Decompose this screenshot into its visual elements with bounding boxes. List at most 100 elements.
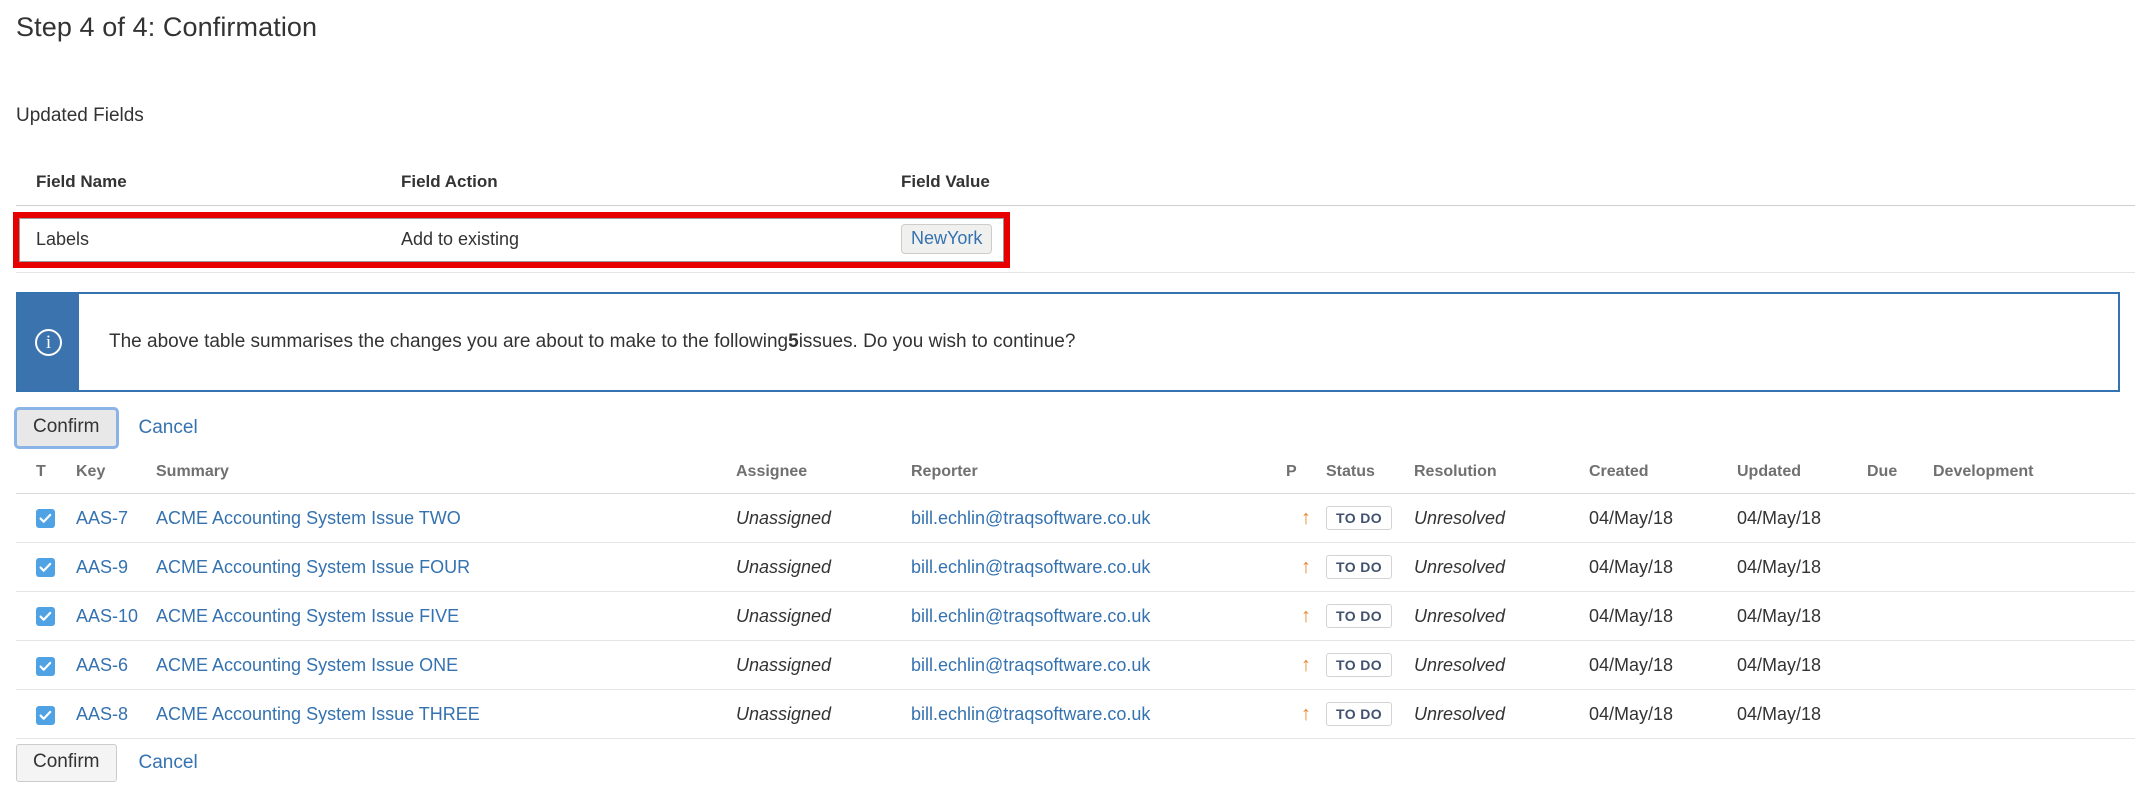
cell-status: TO DO bbox=[1326, 592, 1414, 641]
column-header-reporter[interactable]: Reporter bbox=[911, 463, 1286, 494]
issue-key-link[interactable]: AAS-6 bbox=[76, 655, 128, 675]
issue-key-link[interactable]: AAS-8 bbox=[76, 704, 128, 724]
cell-status: TO DO bbox=[1326, 641, 1414, 690]
cell-key: AAS-7 bbox=[76, 494, 156, 543]
info-banner: i The above table summarises the changes… bbox=[16, 292, 2120, 392]
info-issue-count: 5 bbox=[788, 331, 799, 353]
cell-created: 04/May/18 bbox=[1589, 690, 1737, 739]
issue-key-link[interactable]: AAS-9 bbox=[76, 557, 128, 577]
cell-field-name: Labels bbox=[16, 206, 381, 273]
updated-fields-body: Labels Add to existing NewYork bbox=[16, 206, 2135, 273]
priority-up-arrow-icon[interactable]: ↑ bbox=[1301, 655, 1311, 675]
cell-assignee: Unassigned bbox=[736, 543, 911, 592]
column-header-status[interactable]: Status bbox=[1326, 463, 1414, 494]
column-header-spacer bbox=[1301, 172, 2135, 206]
status-badge[interactable]: TO DO bbox=[1326, 555, 1392, 579]
status-badge[interactable]: TO DO bbox=[1326, 604, 1392, 628]
column-header-field-value: Field Value bbox=[881, 172, 1301, 206]
status-badge[interactable]: TO DO bbox=[1326, 653, 1392, 677]
cell-due bbox=[1867, 592, 1933, 641]
issue-summary-link[interactable]: ACME Accounting System Issue ONE bbox=[156, 655, 458, 675]
column-header-development[interactable]: Development bbox=[1933, 463, 2135, 494]
column-header-resolution[interactable]: Resolution bbox=[1414, 463, 1589, 494]
cell-updated: 04/May/18 bbox=[1737, 592, 1867, 641]
cell-updated: 04/May/18 bbox=[1737, 494, 1867, 543]
column-header-summary[interactable]: Summary bbox=[156, 463, 736, 494]
cancel-link-bottom[interactable]: Cancel bbox=[139, 752, 198, 774]
reporter-link[interactable]: bill.echlin@traqsoftware.co.uk bbox=[911, 557, 1150, 577]
cell-assignee: Unassigned bbox=[736, 641, 911, 690]
cancel-link-top[interactable]: Cancel bbox=[139, 417, 198, 439]
cell-due bbox=[1867, 494, 1933, 543]
column-header-due[interactable]: Due bbox=[1867, 463, 1933, 494]
cell-due bbox=[1867, 690, 1933, 739]
column-header-key[interactable]: Key bbox=[76, 463, 156, 494]
column-header-created[interactable]: Created bbox=[1589, 463, 1737, 494]
cell-resolution: Unresolved bbox=[1414, 592, 1589, 641]
confirm-button-top[interactable]: Confirm bbox=[16, 409, 117, 447]
cell-key: AAS-9 bbox=[76, 543, 156, 592]
cell-reporter: bill.echlin@traqsoftware.co.uk bbox=[911, 641, 1286, 690]
row-checkbox[interactable] bbox=[36, 706, 55, 725]
cell-summary: ACME Accounting System Issue FIVE bbox=[156, 592, 736, 641]
cell-development bbox=[1933, 641, 2135, 690]
issue-summary-link[interactable]: ACME Accounting System Issue TWO bbox=[156, 508, 461, 528]
label-chip-newyork[interactable]: NewYork bbox=[901, 224, 992, 254]
cell-due bbox=[1867, 543, 1933, 592]
updated-fields-table: Field Name Field Action Field Value Labe… bbox=[16, 172, 2135, 273]
info-banner-message: The above table summarises the changes y… bbox=[79, 294, 1075, 390]
section-title-updated-fields: Updated Fields bbox=[16, 105, 144, 127]
cell-due bbox=[1867, 641, 1933, 690]
issue-summary-link[interactable]: ACME Accounting System Issue FIVE bbox=[156, 606, 459, 626]
info-banner-icon-band: i bbox=[18, 294, 79, 390]
issue-key-link[interactable]: AAS-10 bbox=[76, 606, 138, 626]
cell-status: TO DO bbox=[1326, 690, 1414, 739]
cell-resolution: Unresolved bbox=[1414, 494, 1589, 543]
cell-reporter: bill.echlin@traqsoftware.co.uk bbox=[911, 543, 1286, 592]
cell-development bbox=[1933, 690, 2135, 739]
cell-status: TO DO bbox=[1326, 494, 1414, 543]
row-checkbox[interactable] bbox=[36, 657, 55, 676]
reporter-link[interactable]: bill.echlin@traqsoftware.co.uk bbox=[911, 508, 1150, 528]
cell-reporter: bill.echlin@traqsoftware.co.uk bbox=[911, 592, 1286, 641]
cell-priority: ↑ bbox=[1286, 690, 1326, 739]
row-checkbox[interactable] bbox=[36, 607, 55, 626]
table-row: AAS-9 ACME Accounting System Issue FOUR Un… bbox=[16, 543, 2135, 592]
column-header-type[interactable]: T bbox=[16, 463, 76, 494]
row-checkbox[interactable] bbox=[36, 558, 55, 577]
priority-up-arrow-icon[interactable]: ↑ bbox=[1301, 606, 1311, 626]
column-header-priority[interactable]: P bbox=[1286, 463, 1326, 494]
info-circle-icon: i bbox=[35, 329, 62, 356]
status-badge[interactable]: TO DO bbox=[1326, 702, 1392, 726]
cell-priority: ↑ bbox=[1286, 494, 1326, 543]
cell-status: TO DO bbox=[1326, 543, 1414, 592]
cell-priority: ↑ bbox=[1286, 641, 1326, 690]
issue-summary-link[interactable]: ACME Accounting System Issue FOUR bbox=[156, 557, 470, 577]
reporter-link[interactable]: bill.echlin@traqsoftware.co.uk bbox=[911, 655, 1150, 675]
cell-resolution: Unresolved bbox=[1414, 690, 1589, 739]
reporter-link[interactable]: bill.echlin@traqsoftware.co.uk bbox=[911, 704, 1150, 724]
cell-updated: 04/May/18 bbox=[1737, 543, 1867, 592]
column-header-assignee[interactable]: Assignee bbox=[736, 463, 911, 494]
issue-key-link[interactable]: AAS-7 bbox=[76, 508, 128, 528]
cell-summary: ACME Accounting System Issue FOUR bbox=[156, 543, 736, 592]
cell-field-value: NewYork bbox=[881, 206, 1301, 273]
cell-key: AAS-6 bbox=[76, 641, 156, 690]
row-checkbox[interactable] bbox=[36, 509, 55, 528]
confirm-button-bottom[interactable]: Confirm bbox=[16, 744, 117, 782]
cell-spacer bbox=[1301, 206, 2135, 273]
priority-up-arrow-icon[interactable]: ↑ bbox=[1301, 508, 1311, 528]
cell-field-action: Add to existing bbox=[381, 206, 881, 273]
column-header-updated[interactable]: Updated bbox=[1737, 463, 1867, 494]
reporter-link[interactable]: bill.echlin@traqsoftware.co.uk bbox=[911, 606, 1150, 626]
cell-priority: ↑ bbox=[1286, 543, 1326, 592]
issues-table: T Key Summary Assignee Reporter P Status… bbox=[16, 463, 2135, 739]
table-row: AAS-6 ACME Accounting System Issue ONE Una… bbox=[16, 641, 2135, 690]
cell-updated: 04/May/18 bbox=[1737, 690, 1867, 739]
priority-up-arrow-icon[interactable]: ↑ bbox=[1301, 557, 1311, 577]
status-badge[interactable]: TO DO bbox=[1326, 506, 1392, 530]
issue-summary-link[interactable]: ACME Accounting System Issue THREE bbox=[156, 704, 480, 724]
priority-up-arrow-icon[interactable]: ↑ bbox=[1301, 704, 1311, 724]
cell-created: 04/May/18 bbox=[1589, 494, 1737, 543]
cell-select bbox=[16, 543, 76, 592]
